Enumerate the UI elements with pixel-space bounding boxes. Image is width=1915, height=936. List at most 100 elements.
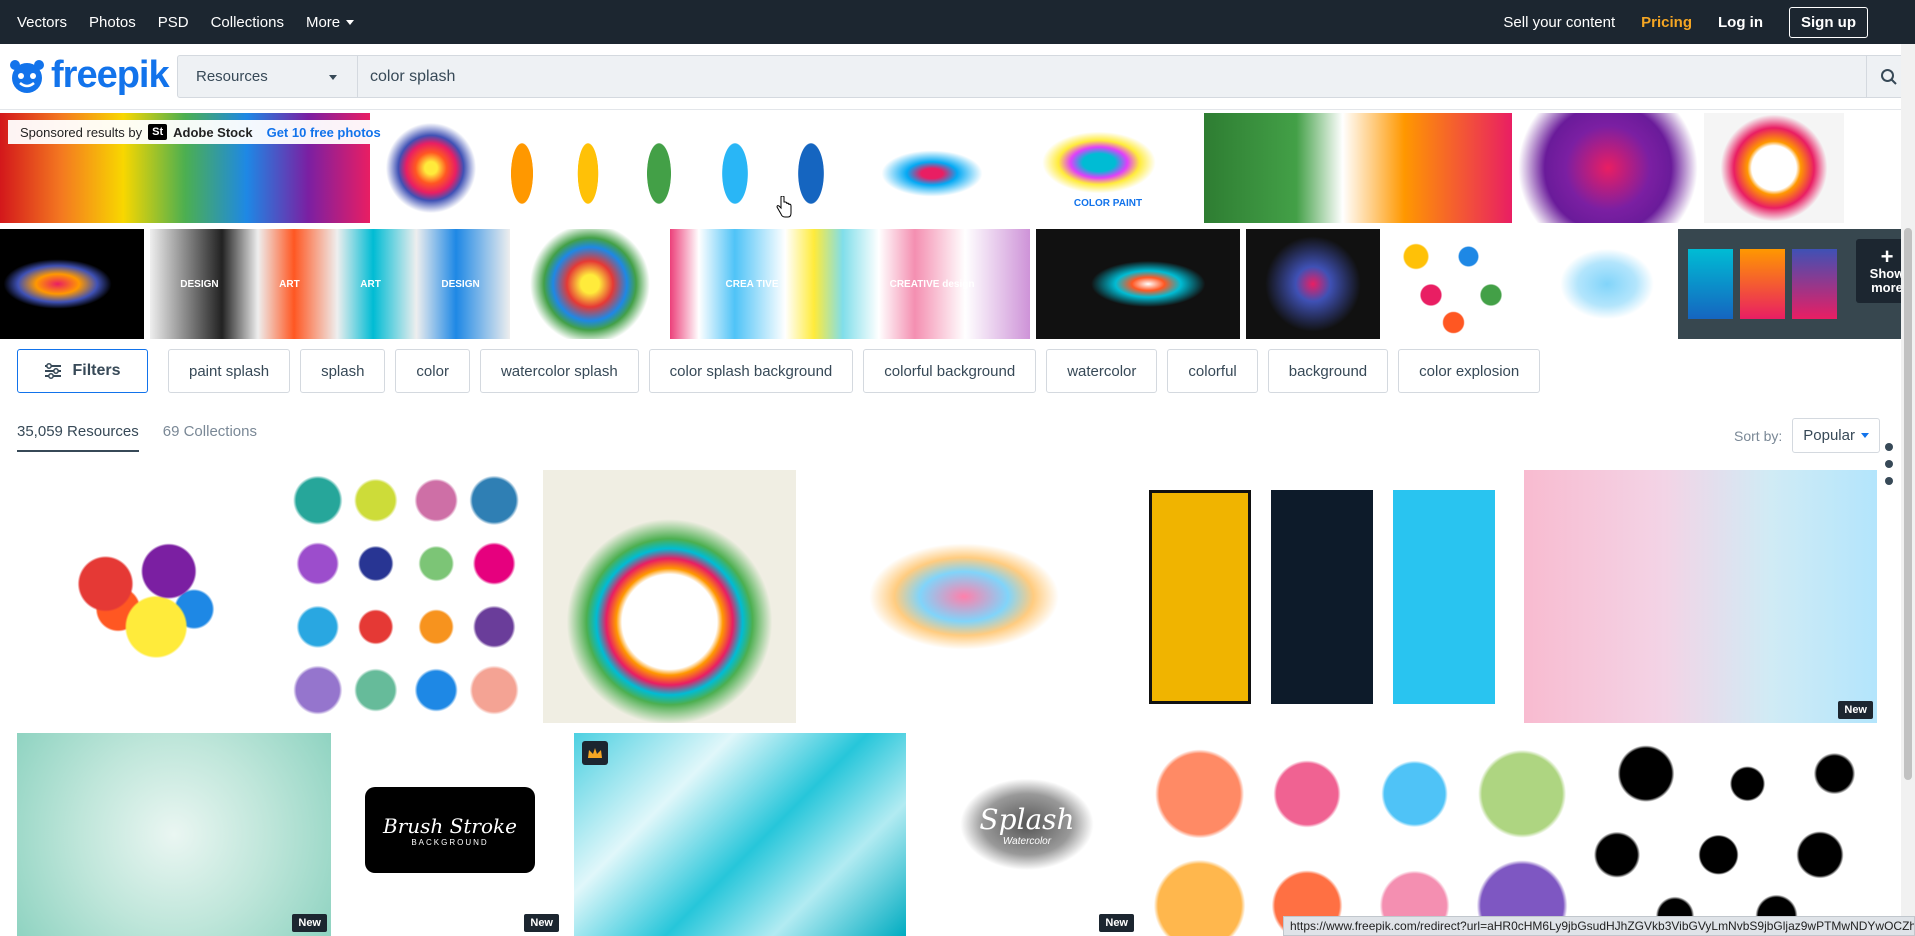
sponsored-row-2: DESIGN ART ART DESIGN CREA TIVE CREATIVE des… — [0, 229, 1915, 339]
tag-color-splash-background[interactable]: color splash background — [648, 349, 854, 393]
page-scrollbar[interactable] — [1901, 44, 1915, 936]
nav-more-label: More — [305, 13, 341, 31]
nav-vectors[interactable]: Vectors — [17, 14, 67, 31]
more-options-icon[interactable] — [1885, 443, 1893, 485]
pricing-link[interactable]: Pricing — [1641, 14, 1692, 31]
plus-icon: + — [1880, 244, 1894, 269]
sort-select[interactable]: Popular — [1792, 418, 1880, 453]
sponsored-image[interactable] — [700, 113, 770, 223]
search-input[interactable] — [358, 56, 1866, 97]
chevron-down-icon — [329, 75, 337, 80]
tag-watercolor[interactable]: watercolor — [1046, 349, 1158, 393]
result-image[interactable] — [1133, 470, 1513, 723]
nav-psd[interactable]: PSD — [158, 14, 189, 31]
chevron-down-icon — [1860, 433, 1869, 438]
tag-colorful-background[interactable]: colorful background — [863, 349, 1037, 393]
sponsored-image[interactable]: + Show more — [1678, 229, 1915, 339]
adobe-stock-name: Adobe Stock — [173, 124, 253, 140]
brush-title: Brush Stroke — [383, 813, 517, 838]
brush-sub: BACKGROUND — [411, 837, 489, 847]
filters-button[interactable]: Filters — [17, 349, 148, 393]
result-image[interactable] — [806, 470, 1122, 723]
sort-value: Popular — [1803, 427, 1855, 444]
result-image[interactable] — [543, 470, 796, 723]
sponsored-image[interactable]: COLOR PAINT — [1018, 113, 1198, 223]
art-text: COLOR PAINT — [1073, 198, 1143, 209]
nav-collections[interactable]: Collections — [211, 14, 284, 31]
sponsored-label: Sponsored results by St Adobe Stock Get … — [8, 120, 393, 144]
sort-control: Sort by: Popular — [1734, 418, 1880, 453]
sponsored-image[interactable] — [492, 113, 552, 223]
result-image[interactable] — [280, 470, 532, 723]
sponsored-image[interactable]: CREA TIVE CREATIVE design — [670, 229, 1030, 339]
top-nav-bar: Vectors Photos PSD Collections More Sell… — [0, 0, 1915, 44]
sponsored-image[interactable] — [1204, 113, 1512, 223]
adobe-stock-logo: St — [148, 124, 168, 140]
card-navy — [1271, 490, 1373, 704]
art-text: ART — [279, 278, 300, 290]
logo-text: freepik — [51, 54, 170, 96]
tag-colorful[interactable]: colorful — [1167, 349, 1258, 393]
sponsored-image[interactable] — [1246, 229, 1380, 339]
freepik-logo[interactable]: freepik — [7, 54, 170, 97]
art-text: CREA TIVE — [725, 278, 779, 290]
sponsored-image[interactable] — [624, 113, 694, 223]
result-image[interactable] — [17, 470, 270, 723]
result-image[interactable] — [574, 733, 906, 936]
tag-background[interactable]: background — [1267, 349, 1389, 393]
result-image[interactable]: Splash Watercolor New — [916, 733, 1138, 936]
nav-photos[interactable]: Photos — [89, 14, 136, 31]
sponsored-image[interactable] — [558, 113, 618, 223]
freepik-logo-icon — [10, 59, 44, 93]
sponsored-image[interactable]: DESIGN ART ART DESIGN — [150, 229, 510, 339]
scrollbar-thumb[interactable] — [1904, 228, 1912, 780]
main-nav: Vectors Photos PSD Collections More — [17, 14, 376, 31]
tag-color-explosion[interactable]: color explosion — [1398, 349, 1541, 393]
card-cyan — [1393, 490, 1495, 704]
card-yellow — [1149, 490, 1251, 704]
resource-type-value: Resources — [196, 68, 268, 85]
login-link[interactable]: Log in — [1718, 14, 1763, 31]
sliders-icon — [45, 363, 62, 379]
tag-splash[interactable]: splash — [300, 349, 386, 393]
resource-type-select[interactable]: Resources — [178, 56, 358, 97]
art-text: ART — [360, 278, 381, 290]
tag-watercolor-splash[interactable]: watercolor splash — [479, 349, 639, 393]
poster-thumb — [1792, 249, 1837, 319]
sponsored-image[interactable] — [516, 229, 664, 339]
free-photos-link[interactable]: Get 10 free photos — [267, 125, 381, 140]
sponsored-image[interactable] — [1036, 229, 1240, 339]
new-badge: New — [292, 914, 327, 932]
hand-cursor-icon — [776, 195, 792, 223]
splash-text: Splash Watercolor — [916, 803, 1138, 847]
new-badge: New — [1099, 914, 1134, 932]
sponsored-image[interactable] — [0, 229, 144, 339]
sponsored-image[interactable] — [1542, 229, 1672, 339]
result-image[interactable]: New — [17, 733, 331, 936]
new-badge: New — [1838, 701, 1873, 719]
chevron-down-icon — [346, 20, 355, 26]
result-image[interactable] — [1148, 733, 1578, 936]
result-image[interactable] — [1588, 733, 1878, 936]
sponsored-image[interactable] — [1518, 113, 1698, 223]
signup-button[interactable]: Sign up — [1789, 6, 1868, 38]
result-image[interactable]: New — [1524, 470, 1877, 723]
nav-more[interactable]: More — [305, 13, 355, 31]
tag-paint-splash[interactable]: paint splash — [168, 349, 291, 393]
splash-sub: Watercolor — [1002, 836, 1052, 847]
tag-color[interactable]: color — [395, 349, 470, 393]
sponsored-text: Sponsored results by — [20, 124, 143, 140]
search-icon — [1880, 68, 1897, 85]
art-text: CREATIVE design — [889, 278, 975, 290]
sponsored-image[interactable] — [1386, 229, 1536, 339]
tab-collections[interactable]: 69 Collections — [163, 423, 257, 452]
sell-content-link[interactable]: Sell your content — [1503, 14, 1615, 31]
poster-thumb — [1688, 249, 1733, 319]
status-bar-url: https://www.freepik.com/redirect?url=aHR… — [1283, 916, 1915, 936]
sponsored-image[interactable] — [852, 113, 1012, 223]
filters-label: Filters — [72, 362, 121, 379]
sponsored-results: Sponsored results by St Adobe Stock Get … — [0, 112, 1915, 339]
sponsored-image[interactable] — [1704, 113, 1844, 223]
result-image[interactable]: Brush Stroke BACKGROUND New — [341, 733, 563, 936]
tab-resources[interactable]: 35,059 Resources — [17, 423, 139, 452]
